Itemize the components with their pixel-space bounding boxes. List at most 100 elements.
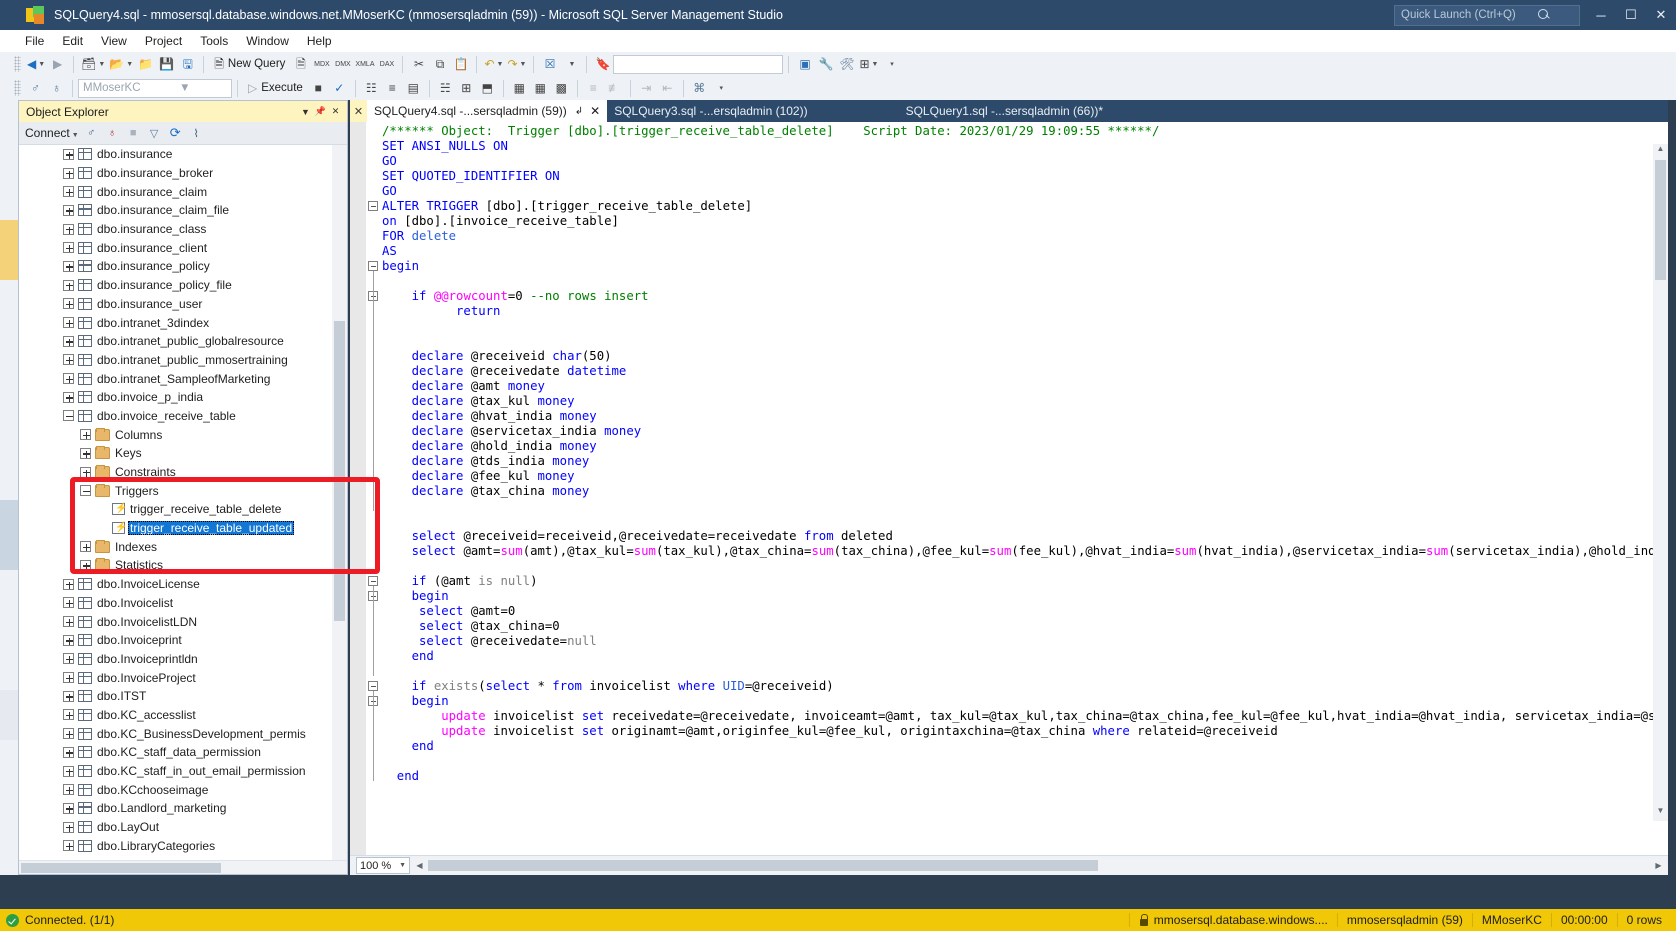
editor-outlining-margin[interactable] [366, 122, 382, 855]
undo-icon[interactable]: ↶ ▼ [482, 54, 505, 74]
dock-tab-3[interactable] [0, 690, 18, 740]
scrollbar-thumb[interactable] [1655, 160, 1666, 280]
collapse-icon[interactable] [368, 681, 378, 691]
expand-icon[interactable] [63, 653, 74, 665]
sql-code-text[interactable]: /****** Object: Trigger [dbo].[trigger_r… [382, 122, 1668, 855]
expand-icon[interactable] [63, 204, 74, 216]
tree-node[interactable]: Indexes [19, 537, 332, 556]
expand-icon[interactable] [63, 802, 74, 814]
toolbox-icon[interactable]: 🛠 [836, 54, 857, 74]
expand-icon[interactable] [63, 728, 74, 740]
maximize-button[interactable]: ☐ [1616, 0, 1646, 30]
toolbar-overflow-icon[interactable]: ▼ [560, 54, 581, 74]
dock-tab-1[interactable] [0, 220, 18, 280]
expand-icon[interactable] [63, 840, 74, 852]
refresh-icon[interactable]: ⟳ [165, 124, 186, 143]
execute-button[interactable]: ▷ Execute [243, 78, 308, 98]
grid-results-icon[interactable]: ▦ [530, 78, 551, 98]
checkbox-icon[interactable]: ☒ [539, 54, 560, 74]
scrollbar-thumb[interactable] [334, 321, 345, 621]
tree-node[interactable]: dbo.insurance_broker [19, 164, 332, 183]
tree-node[interactable]: dbo.insurance_policy [19, 257, 332, 276]
expand-icon[interactable] [63, 148, 74, 160]
quick-launch-input[interactable]: Quick Launch (Ctrl+Q) [1394, 4, 1580, 26]
expand-icon[interactable] [63, 317, 74, 329]
tree-node[interactable]: dbo.insurance_claim [19, 182, 332, 201]
tree-node[interactable]: trigger_receive_table_delete [19, 500, 332, 519]
save-icon[interactable]: 💾 [156, 54, 177, 74]
stop-icon[interactable]: ■ [308, 78, 329, 98]
pin-icon[interactable]: 📌 [313, 106, 328, 117]
open-file-icon[interactable]: 📂 ▼ [107, 54, 135, 74]
scroll-up-icon[interactable]: ▲ [1653, 144, 1668, 159]
menu-window[interactable]: Window [237, 32, 298, 50]
save-all-icon[interactable]: 🖫 [177, 54, 198, 74]
tree-node[interactable]: dbo.insurance_policy_file [19, 276, 332, 295]
connect-button[interactable]: Connect ▼ [25, 126, 79, 140]
expand-icon[interactable] [63, 634, 74, 646]
new-xmla-query-icon[interactable]: XMLA [353, 54, 376, 74]
expand-icon[interactable] [63, 373, 74, 385]
expand-icon[interactable] [63, 391, 74, 403]
collapse-icon[interactable] [368, 201, 378, 211]
scroll-down-icon[interactable]: ▼ [1653, 806, 1668, 821]
tree-node[interactable]: dbo.KC_accesslist [19, 706, 332, 725]
tree-node[interactable]: dbo.KCchooseimage [19, 780, 332, 799]
indent-icon[interactable]: ⇥ [636, 78, 657, 98]
command-window-icon[interactable]: ⊞ ▼ [857, 54, 880, 74]
object-explorer-tree[interactable]: dbo.insurance dbo.insurance_broker dbo.ins… [19, 145, 347, 860]
tree-node[interactable]: dbo.KC_BusinessDevelopment_permis [19, 724, 332, 743]
tab-sqlquery4[interactable]: SQLQuery4.sql -...sersqladmin (59)) ↲ ✕ [367, 100, 608, 122]
tree-node[interactable]: dbo.intranet_public_mmosertraining [19, 351, 332, 370]
toggle-bookmark-icon[interactable]: ⌘ [689, 78, 710, 98]
navigate-backward-icon[interactable]: ◀ ▼ [25, 54, 47, 74]
tree-node[interactable]: dbo.KC_staff_in_out_email_permission [19, 762, 332, 781]
tree-node[interactable]: dbo.LibraryCategories [19, 836, 332, 855]
expand-icon[interactable] [80, 447, 91, 459]
expand-icon[interactable] [63, 765, 74, 777]
expand-icon[interactable] [63, 260, 74, 272]
hscrollbar-thumb[interactable] [21, 863, 221, 873]
toolbar-options-icon[interactable]: ▾ [880, 54, 901, 74]
results-to-grid-icon[interactable]: ⊞ [456, 78, 477, 98]
zoom-level-selector[interactable]: 100 % ▼ [356, 857, 410, 874]
expand-icon[interactable] [63, 298, 74, 310]
tree-node[interactable]: dbo.LayOut [19, 818, 332, 837]
tree-node[interactable]: dbo.invoice_receive_table [19, 407, 332, 426]
tree-node[interactable]: dbo.invoice_p_india [19, 388, 332, 407]
new-mdx-query-icon[interactable]: MDX [311, 54, 332, 74]
tree-node[interactable]: dbo.Invoiceprintldn [19, 650, 332, 669]
stop-icon[interactable]: ■ [123, 124, 144, 143]
uncomment-icon[interactable]: ≢ [604, 78, 625, 98]
tab-list-close-icon[interactable]: ✕ [350, 100, 367, 122]
tree-node[interactable]: dbo.Invoicelist [19, 594, 332, 613]
collapse-icon[interactable] [368, 261, 378, 271]
close-icon[interactable]: ✕ [590, 104, 600, 118]
outdent-icon[interactable]: ⇤ [657, 78, 678, 98]
include-actual-plan-icon[interactable]: ▤ [403, 78, 424, 98]
tree-node[interactable]: dbo.insurance_class [19, 220, 332, 239]
expand-icon[interactable] [63, 784, 74, 796]
disconnect-object-icon[interactable]: ♁ [102, 124, 123, 143]
tree-node[interactable]: dbo.InvoiceProject [19, 668, 332, 687]
expand-icon[interactable] [80, 541, 91, 553]
copy-icon[interactable]: ⧉ [429, 54, 450, 74]
close-button[interactable]: ✕ [1646, 0, 1676, 30]
tree-node[interactable]: dbo.intranet_3dindex [19, 313, 332, 332]
expand-icon[interactable] [63, 354, 74, 366]
expand-icon[interactable] [63, 186, 74, 198]
expand-icon[interactable] [80, 429, 91, 441]
tree-node[interactable]: Columns [19, 425, 332, 444]
tree-node[interactable]: dbo.intranet_public_globalresource [19, 332, 332, 351]
new-dmx-query-icon[interactable]: DMX [332, 54, 353, 74]
tree-node[interactable]: dbo.Invoiceprint [19, 631, 332, 650]
display-estimated-plan-icon[interactable]: ☷ [361, 78, 382, 98]
client-statistics-icon[interactable]: ▦ [509, 78, 530, 98]
menu-edit[interactable]: Edit [53, 32, 92, 50]
chevron-down-icon[interactable]: ▼ [298, 107, 313, 117]
toolbar2-options-icon[interactable]: ▾ [710, 78, 731, 98]
object-explorer-hscrollbar[interactable] [19, 860, 347, 874]
disconnect-icon[interactable]: ♁ [46, 78, 67, 98]
parse-check-icon[interactable]: ✓ [329, 78, 350, 98]
collapse-icon[interactable] [63, 410, 74, 422]
